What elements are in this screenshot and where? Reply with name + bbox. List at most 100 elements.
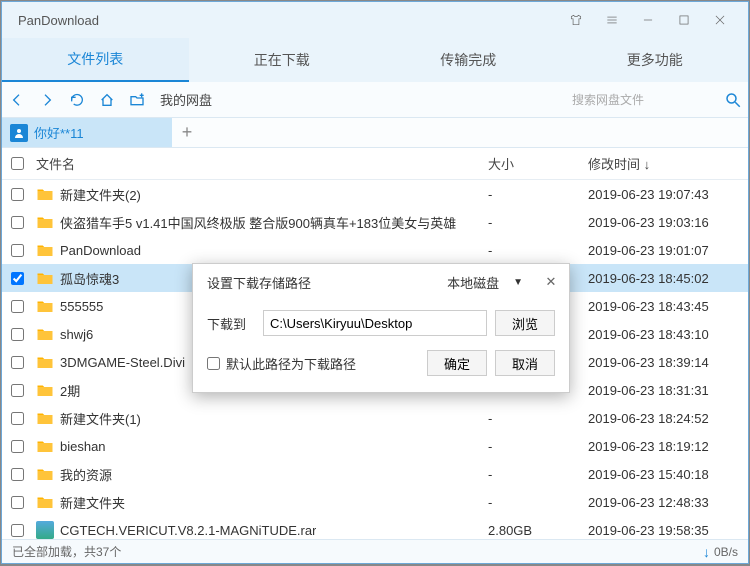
tab-file-list[interactable]: 文件列表	[2, 38, 189, 82]
file-time: 2019-06-23 15:40:18	[588, 467, 748, 482]
file-time: 2019-06-23 18:19:12	[588, 439, 748, 454]
file-size: -	[488, 243, 588, 258]
minimize-button[interactable]	[630, 2, 666, 38]
row-checkbox[interactable]	[11, 300, 24, 313]
table-row[interactable]: 新建文件夹(1)-2019-06-23 18:24:52	[2, 404, 748, 432]
cancel-button[interactable]: 取消	[495, 350, 555, 376]
close-button[interactable]	[702, 2, 738, 38]
row-checkbox[interactable]	[11, 356, 24, 369]
tab-completed[interactable]: 传输完成	[375, 38, 562, 82]
folder-icon	[36, 437, 54, 455]
tab-more[interactable]: 更多功能	[562, 38, 749, 82]
default-path-checkbox[interactable]: 默认此路径为下载路径	[207, 354, 356, 373]
search-input[interactable]	[572, 93, 672, 107]
file-time: 2019-06-23 18:43:45	[588, 299, 748, 314]
file-size: -	[488, 439, 588, 454]
file-size: -	[488, 187, 588, 202]
file-size: -	[488, 495, 588, 510]
toolbar: 我的网盘	[2, 82, 748, 118]
table-row[interactable]: 新建文件夹(2) -2019-06-23 19:07:43	[2, 180, 748, 208]
folder-icon	[36, 269, 54, 287]
row-checkbox[interactable]	[11, 216, 24, 229]
folder-icon	[36, 241, 54, 259]
search-box	[572, 87, 712, 113]
table-row[interactable]: bieshan-2019-06-23 18:19:12	[2, 432, 748, 460]
file-time: 2019-06-23 19:58:35	[588, 523, 748, 538]
account-tab[interactable]: 你好**11	[2, 118, 172, 147]
tab-downloading[interactable]: 正在下载	[189, 38, 376, 82]
row-checkbox[interactable]	[11, 468, 24, 481]
file-size: -	[488, 467, 588, 482]
add-account-button[interactable]: +	[172, 118, 202, 147]
file-name: 侠盗猎车手5 v1.41中国风终极版 整合版900辆真车+183位美女与英雄	[60, 213, 456, 232]
shirt-icon[interactable]	[558, 2, 594, 38]
search-icon[interactable]	[718, 85, 748, 115]
download-icon: ↓	[703, 544, 710, 560]
browse-button[interactable]: 浏览	[495, 310, 555, 336]
file-name: 新建文件夹	[60, 493, 125, 512]
table-row[interactable]: 我的资源 -2019-06-23 15:40:18	[2, 460, 748, 488]
file-name: 555555	[60, 299, 103, 314]
file-name: 新建文件夹(1)	[60, 409, 141, 428]
main-tabs: 文件列表 正在下载 传输完成 更多功能	[2, 38, 748, 82]
row-checkbox[interactable]	[11, 524, 24, 537]
file-time: 2019-06-23 18:43:10	[588, 327, 748, 342]
table-row[interactable]: 新建文件夹 -2019-06-23 12:48:33	[2, 488, 748, 516]
file-size: -	[488, 215, 588, 230]
titlebar: PanDownload	[2, 2, 748, 38]
column-time[interactable]: 修改时间 ↓	[588, 154, 748, 173]
app-title: PanDownload	[12, 13, 558, 28]
row-checkbox[interactable]	[11, 384, 24, 397]
file-name: shwj6	[60, 327, 93, 342]
folder-icon	[36, 493, 54, 511]
file-time: 2019-06-23 19:07:43	[588, 187, 748, 202]
file-list: 新建文件夹(2)-2019-06-23 19:07:43侠盗猎车手5 v1.41…	[2, 180, 748, 539]
table-row[interactable]: CGTECH.VERICUT.V8.2.1-MAGNiTUDE.rar2.80G…	[2, 516, 748, 539]
table-row[interactable]: 侠盗猎车手5 v1.41中国风终极版 整合版900辆真车+183位美女与英雄-2…	[2, 208, 748, 236]
breadcrumb[interactable]: 我的网盘	[152, 90, 572, 109]
file-name: PanDownload	[60, 243, 141, 258]
status-text: 已全部加载，共37个	[12, 543, 121, 560]
menu-icon[interactable]	[594, 2, 630, 38]
forward-button[interactable]	[32, 82, 62, 118]
file-time: 2019-06-23 12:48:33	[588, 495, 748, 510]
file-name: 2期	[60, 381, 80, 400]
row-checkbox[interactable]	[11, 412, 24, 425]
download-to-label: 下载到	[207, 314, 263, 333]
table-row[interactable]: PanDownload -2019-06-23 19:01:07	[2, 236, 748, 264]
ok-button[interactable]: 确定	[427, 350, 487, 376]
disk-selector[interactable]: 本地磁盘 ▼	[447, 273, 533, 292]
row-checkbox[interactable]	[11, 496, 24, 509]
file-size: -	[488, 411, 588, 426]
dialog-close-button[interactable]: ✕	[533, 264, 569, 300]
maximize-button[interactable]	[666, 2, 702, 38]
column-size[interactable]: 大小	[488, 154, 588, 173]
folder-icon	[36, 353, 54, 371]
refresh-button[interactable]	[62, 82, 92, 118]
select-all-checkbox[interactable]	[11, 157, 24, 170]
speed-text: 0B/s	[714, 545, 738, 559]
back-button[interactable]	[2, 82, 32, 118]
row-checkbox[interactable]	[11, 440, 24, 453]
file-name: 我的资源	[60, 465, 112, 484]
file-name: 孤岛惊魂3	[60, 269, 119, 288]
row-checkbox[interactable]	[11, 188, 24, 201]
column-header: 文件名 大小 修改时间 ↓	[2, 148, 748, 180]
file-name: 新建文件夹(2)	[60, 185, 141, 204]
row-checkbox[interactable]	[11, 328, 24, 341]
statusbar: 已全部加载，共37个 ↓ 0B/s	[2, 539, 748, 563]
avatar-icon	[10, 124, 28, 142]
file-time: 2019-06-23 18:45:02	[588, 271, 748, 286]
folder-icon	[36, 409, 54, 427]
file-time: 2019-06-23 18:31:31	[588, 383, 748, 398]
column-name[interactable]: 文件名	[32, 154, 488, 173]
account-tabs: 你好**11 +	[2, 118, 748, 148]
row-checkbox[interactable]	[11, 244, 24, 257]
folder-icon	[36, 465, 54, 483]
file-time: 2019-06-23 19:01:07	[588, 243, 748, 258]
download-path-input[interactable]	[263, 310, 487, 336]
new-folder-button[interactable]	[122, 82, 152, 118]
row-checkbox[interactable]	[11, 272, 24, 285]
file-name: 3DMGAME-Steel.Divi	[60, 355, 185, 370]
home-button[interactable]	[92, 82, 122, 118]
